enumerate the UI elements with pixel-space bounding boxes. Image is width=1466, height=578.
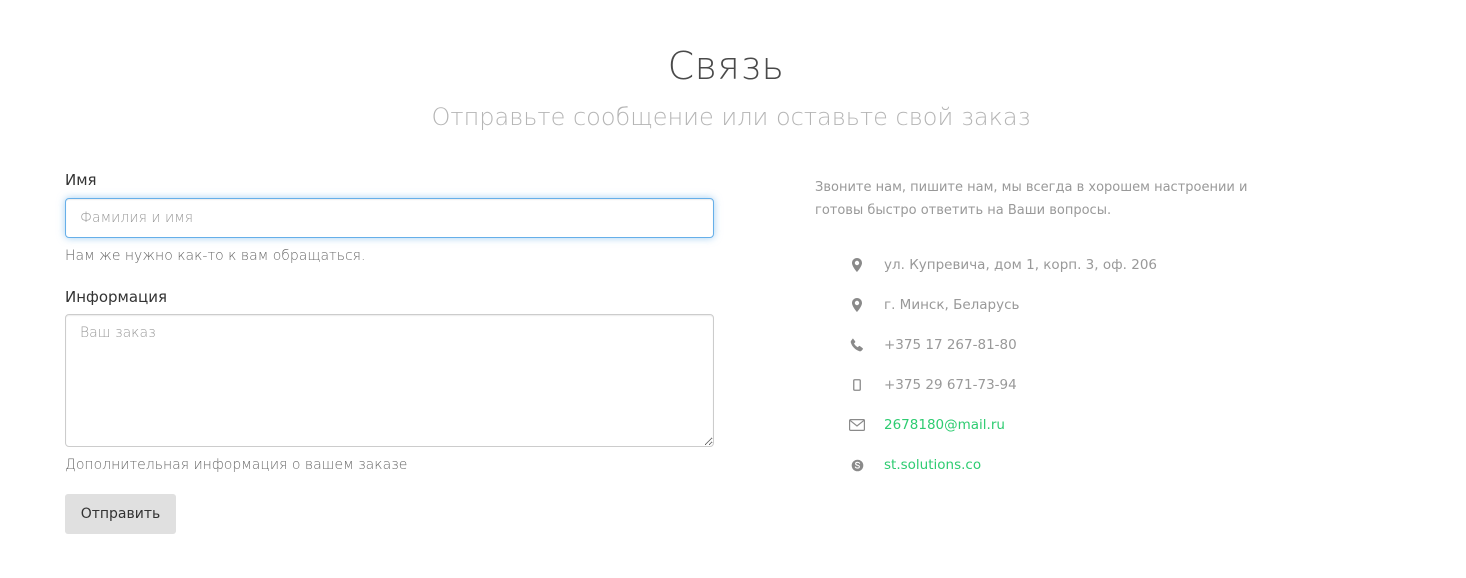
contact-item-email: 2678180@mail.ru	[845, 405, 1157, 445]
contact-item-address: ул. Купревича, дом 1, корп. 3, оф. 206	[845, 245, 1157, 285]
contact-mobile-text: +375 29 671-73-94	[884, 377, 1017, 393]
contact-item-mobile: +375 29 671-73-94	[845, 365, 1157, 405]
page-title: Связь	[667, 44, 785, 88]
map-marker-icon	[845, 253, 869, 277]
skype-link[interactable]: st.solutions.co	[884, 457, 981, 473]
info-help-text: Дополнительная информация о вашем заказе	[65, 457, 408, 473]
contact-city-text: г. Минск, Беларусь	[884, 297, 1020, 313]
name-label: Имя	[65, 171, 97, 189]
skype-icon	[845, 453, 869, 477]
contact-item-phone: +375 17 267-81-80	[845, 325, 1157, 365]
info-label: Информация	[65, 288, 168, 306]
submit-button[interactable]: Отправить	[65, 494, 176, 534]
mobile-icon	[845, 373, 869, 397]
name-input[interactable]	[65, 198, 714, 238]
contact-item-city: г. Минск, Беларусь	[845, 285, 1157, 325]
contact-phone-text: +375 17 267-81-80	[884, 337, 1017, 353]
order-info-textarea[interactable]	[65, 314, 714, 447]
contact-list: ул. Купревича, дом 1, корп. 3, оф. 206 г…	[845, 245, 1157, 485]
contact-intro-text: Звоните нам, пишите нам, мы всегда в хор…	[815, 180, 1248, 218]
page-subtitle: Отправьте сообщение или оставьте свой за…	[431, 103, 1031, 131]
phone-icon	[845, 333, 869, 357]
envelope-icon	[845, 413, 869, 437]
name-help-text: Нам же нужно как-то к вам обращаться.	[65, 248, 366, 264]
email-link[interactable]: 2678180@mail.ru	[884, 417, 1005, 433]
contact-item-skype: st.solutions.co	[845, 445, 1157, 485]
contact-address-text: ул. Купревича, дом 1, корп. 3, оф. 206	[884, 257, 1157, 273]
map-marker-icon	[845, 293, 869, 317]
